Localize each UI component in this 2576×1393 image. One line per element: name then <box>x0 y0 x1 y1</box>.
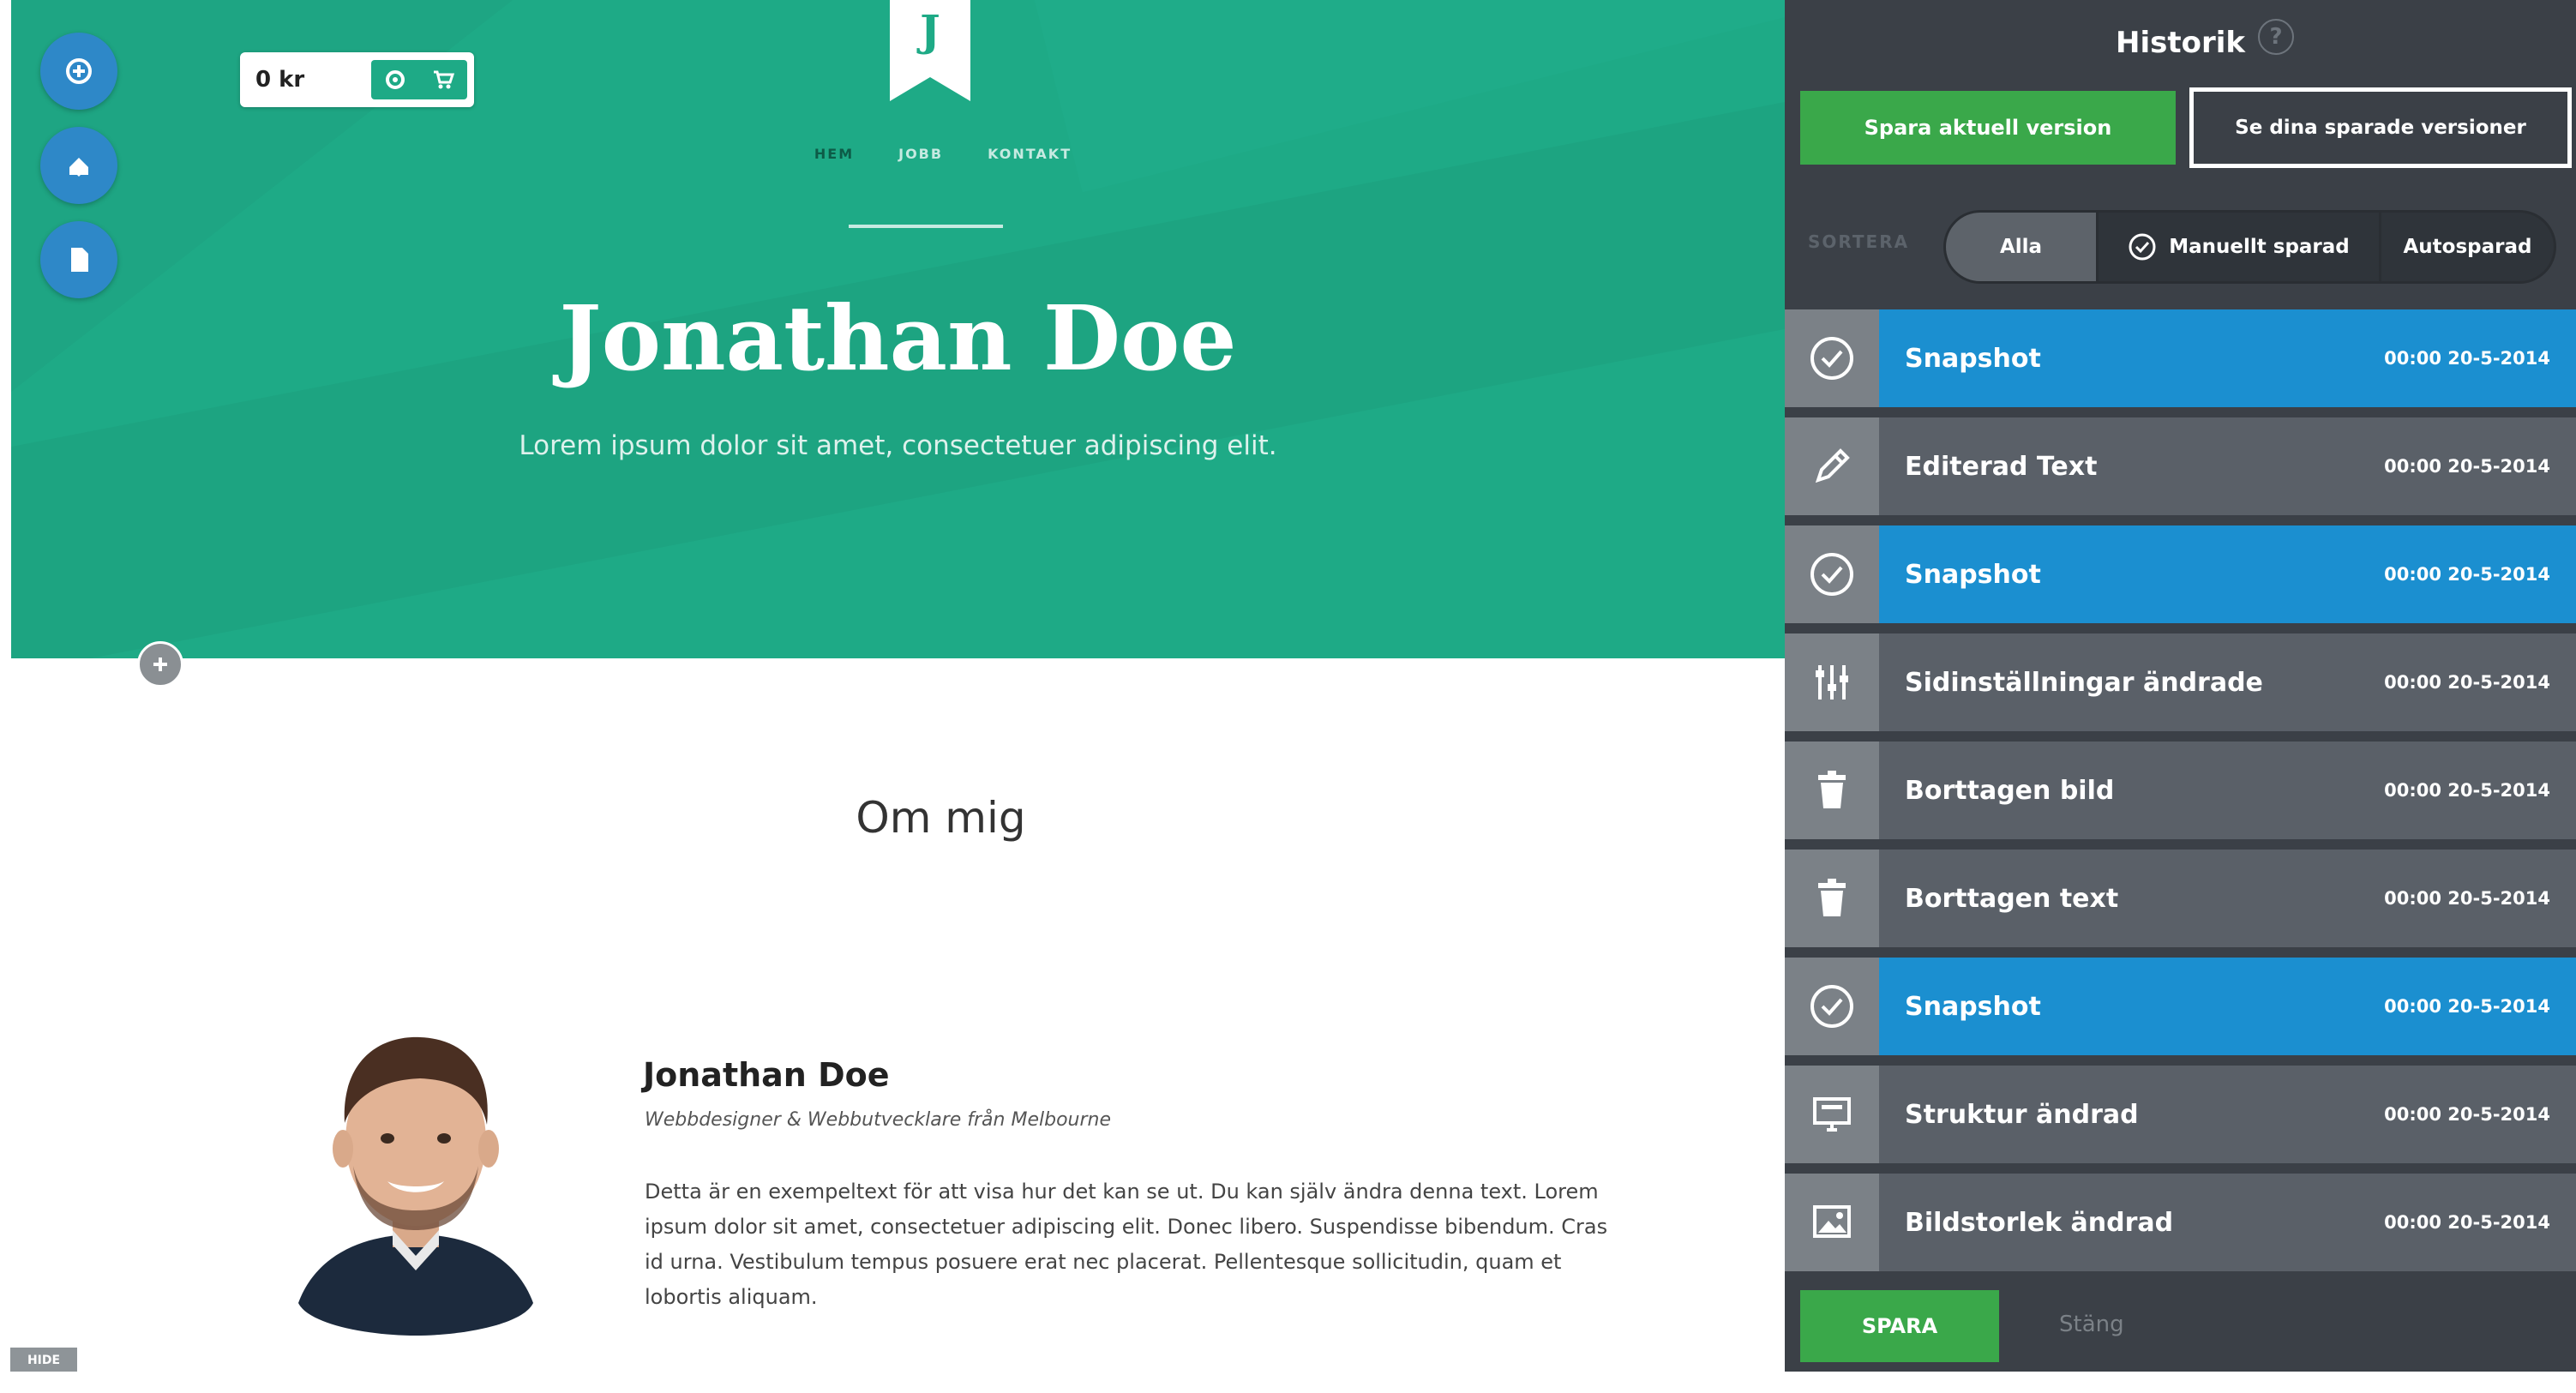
gear-icon <box>386 70 405 89</box>
help-icon[interactable]: ? <box>2258 19 2294 55</box>
site-logo[interactable]: J <box>890 0 970 101</box>
trash-icon <box>1818 771 1846 808</box>
pencil-icon <box>1815 448 1850 483</box>
about-heading[interactable]: Om mig <box>11 793 1870 843</box>
history-time: 00:00 20-5-2014 <box>2384 348 2550 369</box>
sliders-icon <box>1816 665 1848 700</box>
page-icon <box>71 248 88 272</box>
history-label: Struktur ändrad <box>1905 1099 2139 1130</box>
history-time: 00:00 20-5-2014 <box>2384 1212 2550 1233</box>
profile-photo[interactable] <box>291 1020 540 1337</box>
history-label: Bildstorlek ändrad <box>1905 1207 2174 1238</box>
cart-button[interactable] <box>371 60 467 99</box>
history-label: Editerad Text <box>1905 451 2098 482</box>
history-label: Sidinställningar ändrade <box>1905 667 2263 698</box>
check-circle-icon <box>2129 233 2156 261</box>
history-time: 00:00 20-5-2014 <box>2384 996 2550 1017</box>
history-item[interactable]: Struktur ändrad 00:00 20-5-2014 <box>1785 1066 2576 1163</box>
nav-item-contact[interactable]: KONTAKT <box>988 146 1072 162</box>
hero-subtitle[interactable]: Lorem ipsum dolor sit amet, consectetuer… <box>11 430 1785 461</box>
profile-name[interactable]: Jonathan Doe <box>643 1056 890 1094</box>
nav-item-home[interactable]: HEM <box>814 146 854 162</box>
history-panel: Historik ? Spara aktuell version Se dina… <box>1785 0 2576 1372</box>
check-circle-icon <box>1810 337 1853 380</box>
history-item[interactable]: Editerad Text 00:00 20-5-2014 <box>1785 417 2576 515</box>
sort-option-auto[interactable]: Autosparad <box>2381 213 2554 281</box>
close-button[interactable]: Stäng <box>2059 1312 2124 1337</box>
cart-widget[interactable]: 0 kr <box>240 52 474 107</box>
profile-bio[interactable]: Detta är en exempeltext för att visa hur… <box>645 1174 1622 1315</box>
editor-canvas: 0 kr J HEM JOBB KONTAKT Jonathan Doe Lor… <box>0 0 1785 1393</box>
plus-circle-icon <box>66 58 92 84</box>
history-list: Snapshot 00:00 20-5-2014 Editerad Text 00:… <box>1785 309 2576 1282</box>
history-label: Snapshot <box>1905 343 2041 374</box>
sort-option-label: Autosparad <box>2403 236 2532 258</box>
history-item[interactable]: Bildstorlek ändrad 00:00 20-5-2014 <box>1785 1174 2576 1271</box>
sort-filter: Alla Manuellt sparad Autosparad <box>1943 210 2556 284</box>
sort-label: SORTERA <box>1808 231 1910 252</box>
nav-divider <box>849 225 1003 228</box>
paint-bucket-icon <box>69 158 88 177</box>
corner-tag[interactable]: HIDE <box>10 1348 77 1373</box>
sort-option-label: Manuellt sparad <box>2169 236 2350 258</box>
history-item[interactable]: Snapshot 00:00 20-5-2014 <box>1785 525 2576 623</box>
image-icon <box>1813 1205 1851 1238</box>
pages-button[interactable] <box>40 221 117 298</box>
history-item[interactable]: Snapshot 00:00 20-5-2014 <box>1785 958 2576 1055</box>
history-label: Borttagen bild <box>1905 775 2115 806</box>
history-time: 00:00 20-5-2014 <box>2384 564 2550 585</box>
site-nav: HEM JOBB KONTAKT <box>772 146 1114 162</box>
monitor-icon <box>1813 1097 1851 1132</box>
design-button[interactable] <box>40 127 117 204</box>
add-section-button[interactable] <box>137 641 183 687</box>
nav-item-jobs[interactable]: JOBB <box>898 146 943 162</box>
profile-role[interactable]: Webbdesigner & Webbutvecklare från Melbo… <box>645 1109 1111 1131</box>
history-label: Snapshot <box>1905 559 2041 590</box>
panel-title: Historik <box>2116 26 2245 60</box>
trash-icon <box>1818 879 1846 916</box>
history-time: 00:00 20-5-2014 <box>2384 672 2550 693</box>
portrait-image <box>298 1036 533 1336</box>
check-circle-icon <box>1810 985 1853 1028</box>
history-item[interactable]: Borttagen bild 00:00 20-5-2014 <box>1785 742 2576 839</box>
plus-icon <box>153 657 167 671</box>
bottom-margin <box>0 1372 2576 1393</box>
add-element-button[interactable] <box>40 33 117 110</box>
hero-title[interactable]: Jonathan Doe <box>11 289 1785 387</box>
history-item[interactable]: Borttagen text 00:00 20-5-2014 <box>1785 850 2576 947</box>
cart-icon <box>434 70 455 89</box>
save-button[interactable]: SPARA <box>1800 1290 1999 1362</box>
history-time: 00:00 20-5-2014 <box>2384 780 2550 801</box>
check-circle-icon <box>1810 553 1853 596</box>
saved-versions-button[interactable]: Se dina sparade versioner <box>2189 87 2572 168</box>
history-time: 00:00 20-5-2014 <box>2384 1104 2550 1125</box>
history-label: Borttagen text <box>1905 883 2119 914</box>
sort-option-manual[interactable]: Manuellt sparad <box>2099 213 2381 281</box>
history-time: 00:00 20-5-2014 <box>2384 888 2550 909</box>
logo-letter: J <box>920 5 940 56</box>
history-label: Snapshot <box>1905 991 2041 1022</box>
save-version-button[interactable]: Spara aktuell version <box>1800 91 2176 165</box>
sort-option-all[interactable]: Alla <box>1946 213 2099 281</box>
history-time: 00:00 20-5-2014 <box>2384 456 2550 477</box>
sort-option-label: Alla <box>1999 236 2043 258</box>
history-item[interactable]: Sidinställningar ändrade 00:00 20-5-2014 <box>1785 633 2576 731</box>
cart-amount: 0 kr <box>255 67 305 93</box>
history-item[interactable]: Snapshot 00:00 20-5-2014 <box>1785 309 2576 407</box>
